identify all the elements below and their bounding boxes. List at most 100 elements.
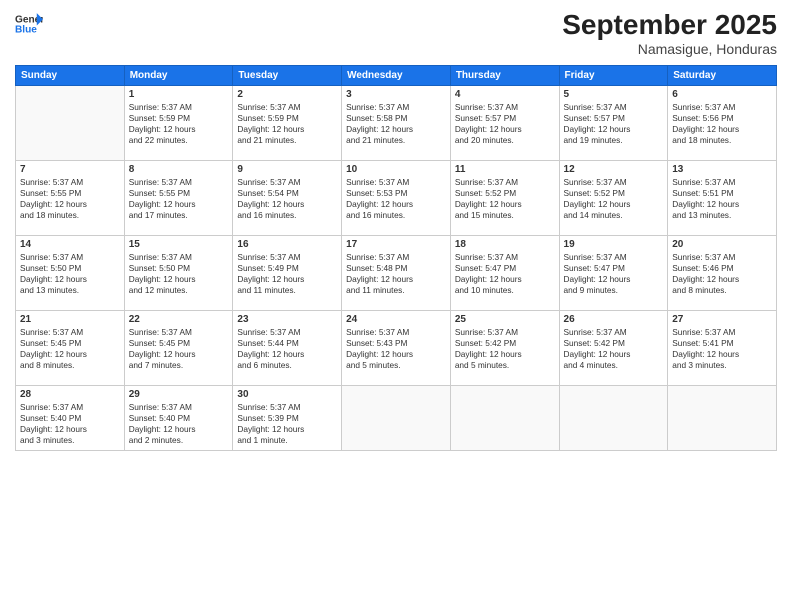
- day-info: Sunrise: 5:37 AM Sunset: 5:55 PM Dayligh…: [20, 177, 120, 222]
- day-number: 8: [129, 164, 229, 175]
- calendar-cell: 5 Sunrise: 5:37 AM Sunset: 5:57 PM Daylig…: [559, 85, 668, 160]
- day-info: Sunrise: 5:37 AM Sunset: 5:48 PM Dayligh…: [346, 252, 446, 297]
- month-title: September 2025: [562, 10, 777, 41]
- calendar-cell: 27 Sunrise: 5:37 AM Sunset: 5:41 PM Dayli…: [668, 310, 777, 385]
- day-number: 10: [346, 164, 446, 175]
- calendar-cell: [16, 85, 125, 160]
- day-number: 17: [346, 239, 446, 250]
- calendar-cell: 2Sunrise: 5:37 AM Sunset: 5:59 PM Daylig…: [233, 85, 342, 160]
- weekday-header-monday: Monday: [124, 65, 233, 85]
- calendar-cell: 28Sunrise: 5:37 AM Sunset: 5:40 PM Dayli…: [16, 385, 125, 450]
- calendar-cell: 17 Sunrise: 5:37 AM Sunset: 5:48 PM Dayli…: [342, 235, 451, 310]
- day-number: 5: [564, 89, 664, 100]
- day-info: Sunrise: 5:37 AM Sunset: 5:45 PM Dayligh…: [20, 327, 120, 372]
- day-info: Sunrise: 5:37 AM Sunset: 5:56 PM Dayligh…: [672, 102, 772, 147]
- calendar-cell: [559, 385, 668, 450]
- day-info: Sunrise: 5:37 AM Sunset: 5:59 PM Dayligh…: [129, 102, 229, 147]
- calendar-cell: 16Sunrise: 5:37 AM Sunset: 5:49 PM Dayli…: [233, 235, 342, 310]
- day-info: Sunrise: 5:37 AM Sunset: 5:57 PM Dayligh…: [564, 102, 664, 147]
- day-number: 14: [20, 239, 120, 250]
- day-number: 3: [346, 89, 446, 100]
- calendar-body: 1 Sunrise: 5:37 AM Sunset: 5:59 PM Daylig…: [16, 85, 777, 450]
- calendar-cell: 12Sunrise: 5:37 AM Sunset: 5:52 PM Dayli…: [559, 160, 668, 235]
- weekday-header-thursday: Thursday: [450, 65, 559, 85]
- day-number: 19: [564, 239, 664, 250]
- day-info: Sunrise: 5:37 AM Sunset: 5:52 PM Dayligh…: [455, 177, 555, 222]
- day-info: Sunrise: 5:37 AM Sunset: 5:45 PM Dayligh…: [129, 327, 229, 372]
- day-info: Sunrise: 5:37 AM Sunset: 5:53 PM Dayligh…: [346, 177, 446, 222]
- day-info: Sunrise: 5:37 AM Sunset: 5:43 PM Dayligh…: [346, 327, 446, 372]
- day-number: 23: [237, 314, 337, 325]
- calendar-cell: 23 Sunrise: 5:37 AM Sunset: 5:44 PM Dayli…: [233, 310, 342, 385]
- calendar-header: SundayMondayTuesdayWednesdayThursdayFrid…: [16, 65, 777, 85]
- calendar-cell: 26Sunrise: 5:37 AM Sunset: 5:42 PM Dayli…: [559, 310, 668, 385]
- logo-icon: General Blue: [15, 10, 43, 38]
- weekday-header-sunday: Sunday: [16, 65, 125, 85]
- calendar-cell: 20Sunrise: 5:37 AM Sunset: 5:46 PM Dayli…: [668, 235, 777, 310]
- day-info: Sunrise: 5:37 AM Sunset: 5:51 PM Dayligh…: [672, 177, 772, 222]
- day-number: 25: [455, 314, 555, 325]
- day-number: 27: [672, 314, 772, 325]
- weekday-header-wednesday: Wednesday: [342, 65, 451, 85]
- calendar-cell: 14 Sunrise: 5:37 AM Sunset: 5:50 PM Dayli…: [16, 235, 125, 310]
- calendar-cell: [668, 385, 777, 450]
- calendar-week-4: 21 Sunrise: 5:37 AM Sunset: 5:45 PM Dayli…: [16, 310, 777, 385]
- calendar-cell: [342, 385, 451, 450]
- day-info: Sunrise: 5:37 AM Sunset: 5:49 PM Dayligh…: [237, 252, 337, 297]
- calendar-cell: [450, 385, 559, 450]
- day-info: Sunrise: 5:37 AM Sunset: 5:47 PM Dayligh…: [564, 252, 664, 297]
- calendar-cell: 22Sunrise: 5:37 AM Sunset: 5:45 PM Dayli…: [124, 310, 233, 385]
- calendar-cell: 3Sunrise: 5:37 AM Sunset: 5:58 PM Daylig…: [342, 85, 451, 160]
- day-number: 21: [20, 314, 120, 325]
- day-info: Sunrise: 5:37 AM Sunset: 5:52 PM Dayligh…: [564, 177, 664, 222]
- calendar-cell: 25 Sunrise: 5:37 AM Sunset: 5:42 PM Dayli…: [450, 310, 559, 385]
- calendar-cell: 15Sunrise: 5:37 AM Sunset: 5:50 PM Dayli…: [124, 235, 233, 310]
- calendar-cell: 8 Sunrise: 5:37 AM Sunset: 5:55 PM Daylig…: [124, 160, 233, 235]
- day-number: 30: [237, 389, 337, 400]
- day-info: Sunrise: 5:37 AM Sunset: 5:55 PM Dayligh…: [129, 177, 229, 222]
- day-number: 24: [346, 314, 446, 325]
- day-number: 20: [672, 239, 772, 250]
- day-number: 18: [455, 239, 555, 250]
- logo: General Blue: [15, 10, 43, 38]
- calendar-cell: 4 Sunrise: 5:37 AM Sunset: 5:57 PM Daylig…: [450, 85, 559, 160]
- calendar-cell: 7 Sunrise: 5:37 AM Sunset: 5:55 PM Daylig…: [16, 160, 125, 235]
- calendar-cell: 11 Sunrise: 5:37 AM Sunset: 5:52 PM Dayli…: [450, 160, 559, 235]
- day-number: 6: [672, 89, 772, 100]
- day-info: Sunrise: 5:37 AM Sunset: 5:50 PM Dayligh…: [129, 252, 229, 297]
- day-number: 13: [672, 164, 772, 175]
- calendar-cell: 9 Sunrise: 5:37 AM Sunset: 5:54 PM Daylig…: [233, 160, 342, 235]
- day-info: Sunrise: 5:37 AM Sunset: 5:39 PM Dayligh…: [237, 402, 337, 447]
- title-block: September 2025 Namasigue, Honduras: [562, 10, 777, 57]
- calendar-week-3: 14 Sunrise: 5:37 AM Sunset: 5:50 PM Dayli…: [16, 235, 777, 310]
- location-subtitle: Namasigue, Honduras: [562, 41, 777, 57]
- day-info: Sunrise: 5:37 AM Sunset: 5:59 PM Dayligh…: [237, 102, 337, 147]
- header: General Blue September 2025 Namasigue, H…: [15, 10, 777, 57]
- calendar-week-1: 1 Sunrise: 5:37 AM Sunset: 5:59 PM Daylig…: [16, 85, 777, 160]
- calendar-cell: 1 Sunrise: 5:37 AM Sunset: 5:59 PM Daylig…: [124, 85, 233, 160]
- calendar-week-5: 28Sunrise: 5:37 AM Sunset: 5:40 PM Dayli…: [16, 385, 777, 450]
- day-info: Sunrise: 5:37 AM Sunset: 5:50 PM Dayligh…: [20, 252, 120, 297]
- day-number: 11: [455, 164, 555, 175]
- day-info: Sunrise: 5:37 AM Sunset: 5:44 PM Dayligh…: [237, 327, 337, 372]
- day-number: 26: [564, 314, 664, 325]
- calendar-cell: 19 Sunrise: 5:37 AM Sunset: 5:47 PM Dayli…: [559, 235, 668, 310]
- day-info: Sunrise: 5:37 AM Sunset: 5:54 PM Dayligh…: [237, 177, 337, 222]
- calendar-table: SundayMondayTuesdayWednesdayThursdayFrid…: [15, 65, 777, 451]
- calendar-cell: 21 Sunrise: 5:37 AM Sunset: 5:45 PM Dayli…: [16, 310, 125, 385]
- calendar-cell: 10 Sunrise: 5:37 AM Sunset: 5:53 PM Dayli…: [342, 160, 451, 235]
- day-number: 28: [20, 389, 120, 400]
- calendar-page: General Blue September 2025 Namasigue, H…: [0, 0, 792, 612]
- day-info: Sunrise: 5:37 AM Sunset: 5:57 PM Dayligh…: [455, 102, 555, 147]
- day-number: 29: [129, 389, 229, 400]
- svg-text:Blue: Blue: [15, 25, 37, 36]
- calendar-cell: 24 Sunrise: 5:37 AM Sunset: 5:43 PM Dayli…: [342, 310, 451, 385]
- day-number: 4: [455, 89, 555, 100]
- day-info: Sunrise: 5:37 AM Sunset: 5:42 PM Dayligh…: [455, 327, 555, 372]
- day-number: 1: [129, 89, 229, 100]
- day-info: Sunrise: 5:37 AM Sunset: 5:47 PM Dayligh…: [455, 252, 555, 297]
- day-number: 9: [237, 164, 337, 175]
- day-number: 7: [20, 164, 120, 175]
- day-info: Sunrise: 5:37 AM Sunset: 5:41 PM Dayligh…: [672, 327, 772, 372]
- weekday-header-tuesday: Tuesday: [233, 65, 342, 85]
